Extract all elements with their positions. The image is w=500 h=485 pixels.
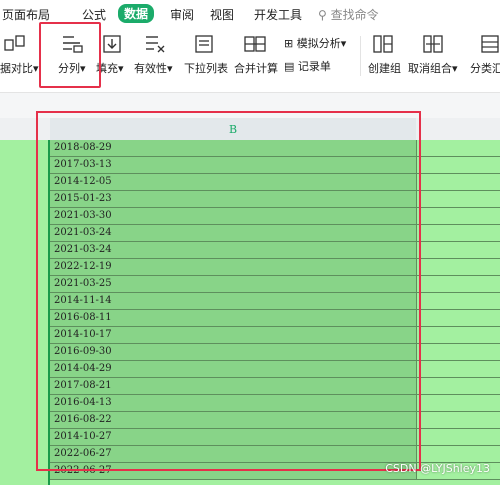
menu-developer[interactable]: 开发工具 (254, 6, 302, 23)
validity-icon (144, 34, 166, 58)
cell-c[interactable] (416, 327, 500, 343)
record-sheet-button[interactable]: ▤ 记录单 (284, 58, 331, 74)
ungroup-icon (422, 34, 444, 58)
what-if-icon: ⊞ (284, 37, 294, 50)
ungroup-button[interactable]: 取消组合▾ (408, 60, 458, 76)
cell-c[interactable] (416, 259, 500, 275)
validity-button[interactable]: 有效性▾ (134, 60, 173, 76)
dropdown-list-button[interactable]: 下拉列表 (184, 60, 228, 76)
toolbar-divider (360, 36, 361, 76)
menu-view[interactable]: 视图 (210, 6, 234, 23)
cell-c[interactable] (416, 140, 500, 156)
dropdown-list-icon (194, 34, 214, 58)
cell-c[interactable] (416, 157, 500, 173)
cell-c[interactable] (416, 429, 500, 445)
subtotal-button[interactable]: 分类汇 (470, 60, 500, 76)
cell-c[interactable] (416, 412, 500, 428)
search-icon: ⚲ (318, 8, 327, 22)
compare-icon (4, 34, 26, 58)
cell-c[interactable] (416, 208, 500, 224)
cell-c[interactable] (416, 395, 500, 411)
cell-c[interactable] (416, 378, 500, 394)
menu-page-layout[interactable]: 页面布局 (2, 6, 50, 23)
consolidate-button[interactable]: 合并计算 (234, 60, 278, 76)
group-icon (372, 34, 394, 58)
fill-icon (102, 34, 122, 58)
group-button[interactable]: 创建组 (368, 60, 401, 76)
what-if-button[interactable]: ⊞ 模拟分析▾ (284, 35, 346, 51)
cell-c[interactable] (416, 293, 500, 309)
consolidate-icon (244, 34, 266, 58)
column-b-highlight (36, 111, 421, 471)
subtotal-icon (480, 34, 500, 58)
cell-c[interactable] (416, 191, 500, 207)
watermark: CSDN @LYJShley13 (385, 462, 490, 475)
cell-c[interactable] (416, 174, 500, 190)
cell-c[interactable] (416, 446, 500, 462)
compare-button[interactable]: 据对比▾ (0, 60, 39, 76)
cell-c[interactable] (416, 242, 500, 258)
menu-review[interactable]: 审阅 (170, 6, 194, 23)
record-sheet-icon: ▤ (284, 60, 295, 73)
search-command[interactable]: ⚲ 查找命令 (318, 6, 379, 23)
cell-c[interactable] (416, 361, 500, 377)
cell-c[interactable] (416, 310, 500, 326)
split-columns-highlight (39, 22, 101, 88)
menu-formulas[interactable]: 公式 (82, 6, 106, 23)
cell-c[interactable] (416, 344, 500, 360)
search-command-placeholder: 查找命令 (330, 8, 379, 22)
cell-c[interactable] (416, 276, 500, 292)
cell-c[interactable] (416, 225, 500, 241)
menu-data[interactable]: 数据 (118, 4, 155, 23)
